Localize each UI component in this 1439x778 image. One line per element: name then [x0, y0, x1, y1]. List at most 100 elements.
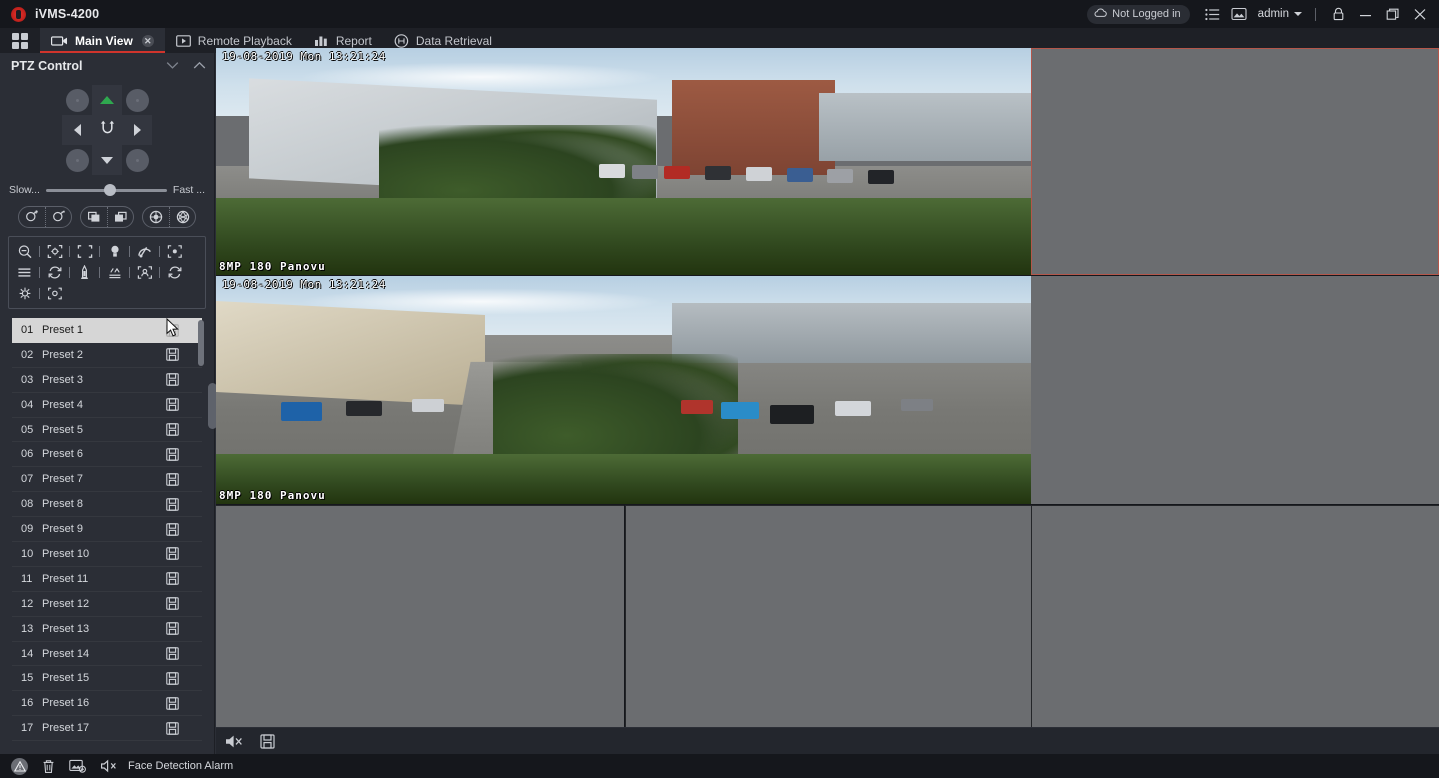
preset-row[interactable]: 10 Preset 10: [12, 542, 202, 567]
video-cell-7[interactable]: [1031, 505, 1439, 727]
speaker-mute-icon[interactable]: [224, 733, 244, 750]
save-floppy-icon[interactable]: [166, 324, 202, 337]
preset-list[interactable]: 01 Preset 1 02 Preset 2 03 Preset 3 04 Preset 4…: [12, 318, 202, 762]
save-floppy-icon[interactable]: [166, 348, 202, 362]
ptz-down-left-button[interactable]: [62, 145, 92, 175]
preset-row[interactable]: 03 Preset 3: [12, 368, 202, 393]
menu-icon[interactable]: [11, 266, 38, 279]
save-floppy-icon[interactable]: [166, 622, 202, 635]
arrow-down-icon: [101, 156, 113, 164]
maximize-button[interactable]: [1379, 1, 1406, 27]
iris-close-icon[interactable]: [169, 207, 195, 227]
focus-far-icon[interactable]: [107, 207, 133, 227]
close-button[interactable]: [1406, 1, 1433, 27]
face-focus-icon[interactable]: [131, 265, 158, 280]
iris-open-icon[interactable]: [143, 207, 169, 227]
preset-row[interactable]: 12 Preset 12: [12, 592, 202, 617]
auto-tracking-icon[interactable]: [41, 244, 68, 259]
video-timestamp-1: 19-08-2019 Mon 13:21:24: [222, 50, 386, 63]
preset-row[interactable]: 05 Preset 5: [12, 418, 202, 443]
wiper-icon[interactable]: [131, 244, 158, 259]
focus-near-icon[interactable]: [81, 207, 107, 227]
ptz-left-button[interactable]: [62, 115, 92, 145]
save-floppy-icon[interactable]: [166, 547, 202, 561]
park-action-icon[interactable]: [11, 286, 38, 301]
preset-row[interactable]: 04 Preset 4: [12, 393, 202, 418]
preset-name: Preset 8: [42, 498, 83, 511]
cloud-login-status[interactable]: Not Logged in: [1087, 4, 1190, 24]
save-floppy-icon[interactable]: [166, 647, 202, 660]
preset-name: Preset 5: [42, 423, 83, 436]
picture-icon[interactable]: [1226, 1, 1252, 27]
save-floppy-icon[interactable]: [166, 522, 202, 536]
list-icon[interactable]: [1200, 1, 1226, 27]
video-cell-6[interactable]: [625, 505, 1031, 727]
preset-row[interactable]: 09 Preset 9: [12, 517, 202, 543]
lens-init-icon[interactable]: [11, 244, 38, 259]
heater-icon[interactable]: [71, 265, 98, 280]
video-cell-1[interactable]: 19-08-2019 Mon 13:21:24 8MP 180 Panovu: [216, 48, 1031, 275]
slider-knob[interactable]: [104, 184, 116, 196]
preset-row[interactable]: 17 Preset 17: [12, 716, 202, 742]
save-floppy-icon[interactable]: [166, 497, 202, 511]
preset-row[interactable]: 02 Preset 2: [12, 343, 202, 368]
save-floppy-icon[interactable]: [166, 398, 202, 411]
save-floppy-icon[interactable]: [166, 672, 202, 685]
trash-icon[interactable]: [42, 759, 55, 774]
preset-row[interactable]: 08 Preset 8: [12, 492, 202, 518]
ptz-auto-scan-button[interactable]: [92, 115, 122, 145]
ptz-restore-icon[interactable]: [161, 265, 188, 280]
manual-tracking-icon[interactable]: [71, 244, 98, 259]
defog-icon[interactable]: [101, 265, 128, 280]
chevron-up-icon[interactable]: [193, 59, 206, 73]
lens-reset-icon[interactable]: [41, 265, 68, 280]
video-scene-2: [216, 276, 1031, 504]
preset-row[interactable]: 15 Preset 15: [12, 666, 202, 692]
preset-lock-icon[interactable]: [41, 286, 68, 301]
scrollbar-thumb[interactable]: [198, 320, 204, 366]
speaker-mute-icon[interactable]: [100, 759, 118, 773]
save-floppy-icon[interactable]: [166, 572, 202, 586]
ptz-up-right-button[interactable]: [122, 85, 152, 115]
chevron-down-icon[interactable]: [166, 59, 179, 73]
ptz-up-button[interactable]: [92, 85, 122, 115]
minimize-button[interactable]: [1352, 1, 1379, 27]
ptz-speed-slow-label: Slow...: [9, 184, 40, 196]
save-floppy-icon[interactable]: [166, 473, 202, 486]
preset-row[interactable]: 11 Preset 11: [12, 567, 202, 592]
video-cell-2[interactable]: [1031, 48, 1439, 275]
close-icon[interactable]: ✕: [141, 34, 154, 47]
preset-row[interactable]: 16 Preset 16: [12, 691, 202, 717]
ptz-down-right-button[interactable]: [122, 145, 152, 175]
save-floppy-icon[interactable]: [166, 721, 202, 735]
one-touch-patrol-icon[interactable]: [161, 244, 188, 259]
video-cell-3[interactable]: 19-08-2019 Mon 13:21:24 8MP 180 Panovu: [216, 276, 1031, 504]
save-floppy-icon[interactable]: [166, 597, 202, 610]
lock-icon[interactable]: [1325, 1, 1352, 27]
ptz-speed-slider[interactable]: [45, 183, 167, 197]
save-floppy-icon[interactable]: [260, 733, 275, 749]
video-cell-5[interactable]: [216, 505, 624, 727]
app-grid-icon[interactable]: [0, 28, 40, 53]
ptz-down-button[interactable]: [92, 145, 122, 175]
save-floppy-icon[interactable]: [166, 448, 202, 461]
tab-main-view[interactable]: Main View ✕: [40, 28, 165, 53]
zoom-out-icon[interactable]: [45, 207, 71, 227]
preset-row[interactable]: 14 Preset 14: [12, 642, 202, 667]
save-floppy-icon[interactable]: [166, 373, 202, 386]
preset-row[interactable]: 06 Preset 6: [12, 442, 202, 468]
preset-list-scrollbar[interactable]: [198, 320, 204, 760]
save-floppy-icon[interactable]: [166, 423, 202, 436]
ptz-right-button[interactable]: [122, 115, 152, 145]
ptz-up-left-button[interactable]: [62, 85, 92, 115]
zoom-in-icon[interactable]: [19, 207, 45, 227]
user-menu[interactable]: admin: [1258, 8, 1302, 20]
alarm-warning-icon[interactable]: [11, 757, 28, 775]
preset-row[interactable]: 07 Preset 7: [12, 467, 202, 493]
light-icon[interactable]: [101, 244, 128, 259]
video-cell-4[interactable]: [1031, 276, 1439, 504]
picture-alarm-icon[interactable]: [69, 759, 86, 773]
preset-row[interactable]: 13 Preset 13: [12, 617, 202, 642]
preset-row[interactable]: 01 Preset 1: [12, 318, 202, 343]
save-floppy-icon[interactable]: [166, 697, 202, 710]
